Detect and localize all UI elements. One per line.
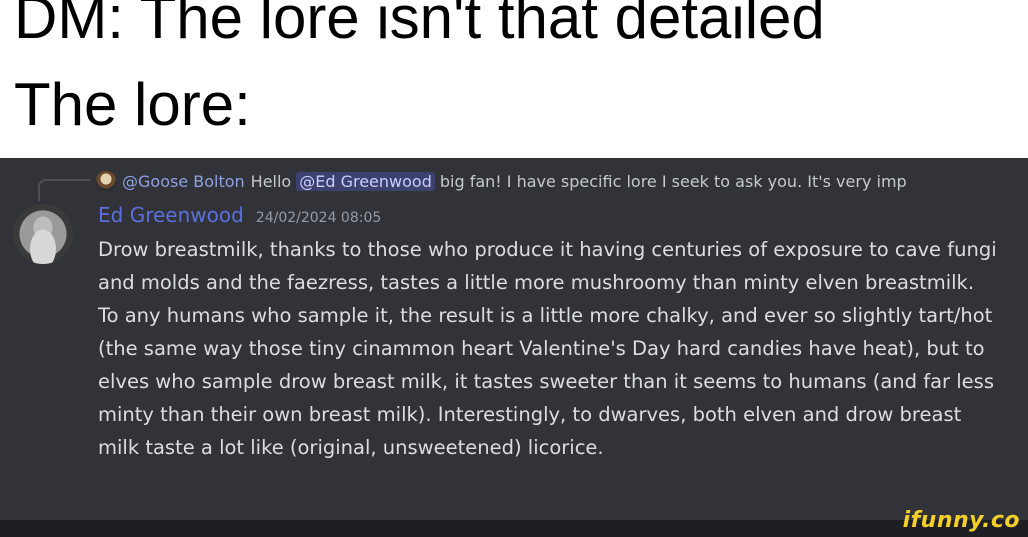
message-timestamp: 24/02/2024 08:05 (255, 210, 382, 226)
reply-author-name[interactable]: @Goose Bolton (122, 172, 245, 191)
footer-bar (0, 520, 1028, 537)
discord-message-panel: @Goose Bolton Hello @Ed Greenwood big fa… (0, 158, 1028, 520)
user-mention[interactable]: @Ed Greenwood (296, 171, 435, 191)
reply-connector (38, 179, 90, 201)
meme-image: DM: The lore isn't that detailed The lor… (0, 0, 1028, 537)
reply-avatar[interactable] (96, 171, 116, 191)
message-header: Ed Greenwood 24/02/2024 08:05 (98, 203, 381, 231)
caption-line-1: DM: The lore isn't that detailed (14, 0, 825, 51)
author-name[interactable]: Ed Greenwood (98, 203, 244, 227)
message-content: Drow breastmilk, thanks to those who pro… (98, 238, 997, 459)
reply-preview[interactable]: @Goose Bolton Hello @Ed Greenwood big fa… (96, 168, 1026, 194)
avatar[interactable] (13, 204, 73, 264)
reply-text-before: Hello (250, 171, 292, 191)
ifunny-watermark: ifunny.co (902, 508, 1020, 533)
reply-text-after: big fan! I have specific lore I seek to … (439, 171, 907, 191)
caption-line-2: The lore: (14, 71, 251, 138)
